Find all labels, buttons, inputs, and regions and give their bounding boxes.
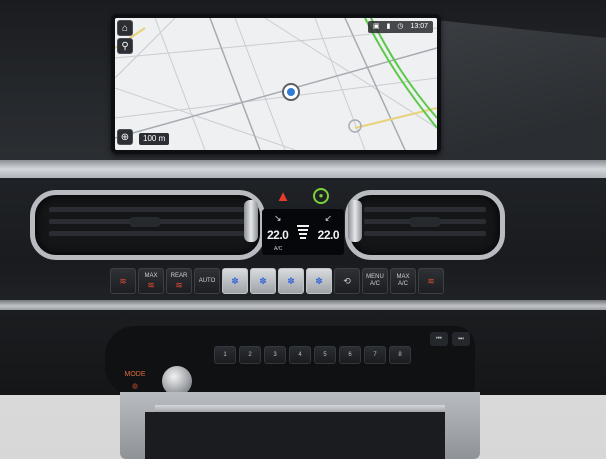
climate-button-row: ≋ MAX ≋ REAR ≋ AUTO ✽ ✽ ✽ ✽ ⟲ MENU A/C M…: [110, 268, 444, 294]
preset-button[interactable]: 7: [364, 346, 386, 364]
hazard-button[interactable]: ▲: [272, 188, 294, 206]
skip-back-icon: ⏮: [436, 336, 442, 342]
map-scale-label: 100 m: [143, 134, 166, 143]
vent-wheel-right[interactable]: [348, 200, 362, 242]
air-vent-right[interactable]: [345, 190, 505, 260]
car-dashboard-photo: ⌂ ⚲ ⊕ 100 m ▣ ▮ ◷ 13:07 ▲ ● ↘ ↙ 22.0 22.…: [0, 0, 606, 459]
hazard-icon: ▲: [275, 188, 291, 205]
preset-buttons: 1 2 3 4 5 6 7 8: [214, 346, 411, 364]
menu-ac-button[interactable]: MENU A/C: [362, 268, 388, 294]
compass-icon: ⊕: [120, 131, 130, 143]
rear-defrost-button[interactable]: REAR ≋: [166, 268, 192, 294]
seat-heat-icon: ≋: [119, 276, 127, 286]
fan-button[interactable]: ✽: [250, 268, 276, 294]
air-vent-left[interactable]: [30, 190, 265, 260]
status-time: 13:07: [410, 23, 428, 30]
vent-tab-left[interactable]: [130, 217, 160, 227]
vent-wheel-left[interactable]: [244, 200, 258, 242]
max-defrost-icon: ≋: [147, 279, 155, 290]
current-position-icon: [282, 83, 300, 101]
rear-defrost-label: REAR: [170, 272, 188, 279]
mode-button[interactable]: MODE: [118, 368, 152, 382]
search-button[interactable]: ⚲: [117, 38, 133, 54]
auto-label: AUTO: [198, 277, 216, 284]
preset-button[interactable]: 4: [289, 346, 311, 364]
navigation-map[interactable]: ⌂ ⚲ ⊕ 100 m ▣ ▮ ◷ 13:07: [115, 18, 437, 150]
preset-label: 2: [248, 352, 252, 358]
compass-button[interactable]: ⊕: [117, 129, 133, 145]
seat-heat-right-button[interactable]: ≋: [418, 268, 444, 294]
preset-label: 6: [348, 352, 352, 358]
preset-label: 3: [273, 352, 277, 358]
map-roads: [115, 18, 437, 150]
clock-icon: ◷: [397, 23, 404, 30]
climate-display: ↘ ↙ 22.0 22.0 A/C: [262, 209, 344, 255]
fan-up-icon: ✽: [287, 276, 295, 286]
fan-icon: ✽: [259, 276, 267, 286]
infotainment-screen: ⌂ ⚲ ⊕ 100 m ▣ ▮ ◷ 13:07: [111, 14, 441, 154]
preset-label: 5: [323, 352, 327, 358]
dashboard-right-panel: [440, 20, 606, 175]
airflow-button[interactable]: ✽: [306, 268, 332, 294]
max-defrost-label: MAX: [144, 272, 158, 279]
airflow-icon: ✽: [315, 276, 323, 286]
preset-button[interactable]: 5: [314, 346, 336, 364]
signal-icon: ▮: [386, 23, 391, 30]
preset-label: 1: [223, 352, 227, 358]
max-ac-button[interactable]: MAX A/C: [390, 268, 416, 294]
home-button[interactable]: ⌂: [117, 20, 133, 36]
fan-down-icon: ✽: [231, 276, 239, 286]
preset-button[interactable]: 8: [389, 346, 411, 364]
passenger-airbag-indicator: ●: [313, 188, 329, 204]
auto-button[interactable]: AUTO: [194, 268, 220, 294]
preset-label: 8: [398, 352, 402, 358]
skip-forward-icon: ⏭: [458, 336, 464, 342]
max-ac-label: MAX A/C: [396, 274, 410, 287]
tray-opening: [145, 412, 445, 459]
home-icon: ⌂: [121, 22, 129, 34]
seat-heat-icon: ≋: [427, 276, 435, 286]
preset-label: 4: [298, 352, 302, 358]
temperature-left: 22.0: [267, 228, 289, 242]
skip-forward-button[interactable]: ⏭: [452, 332, 470, 346]
airbag-icon: ●: [318, 191, 324, 200]
vent-tab-right[interactable]: [410, 217, 440, 227]
preset-label: 7: [373, 352, 377, 358]
preset-button[interactable]: 1: [214, 346, 236, 364]
rear-defrost-icon: ≋: [175, 279, 183, 290]
menu-ac-label: MENU A/C: [366, 274, 384, 287]
ac-label: A/C: [274, 246, 283, 252]
preset-button[interactable]: 3: [264, 346, 286, 364]
mode-label: MODE: [124, 371, 146, 378]
skip-back-button[interactable]: ⏮: [430, 332, 448, 346]
preset-button[interactable]: 6: [339, 346, 361, 364]
map-scale[interactable]: 100 m: [139, 133, 170, 145]
fan-down-button[interactable]: ✽: [222, 268, 248, 294]
preset-button[interactable]: 2: [239, 346, 261, 364]
fan-up-button[interactable]: ✽: [278, 268, 304, 294]
recirculation-icon: ⟲: [343, 275, 351, 286]
power-icon: ◍: [131, 383, 139, 390]
seat-heat-left-button[interactable]: ≋: [110, 268, 136, 294]
temperature-right: 22.0: [317, 228, 340, 242]
seat-left-icon: ↘: [274, 213, 282, 223]
phone-icon: ▣: [372, 23, 380, 30]
fan-level-icon: [297, 225, 309, 239]
seat-right-icon: ↙: [324, 213, 332, 223]
recirculation-button[interactable]: ⟲: [334, 268, 360, 294]
status-bar: ▣ ▮ ◷ 13:07: [367, 21, 433, 33]
max-defrost-button[interactable]: MAX ≋: [138, 268, 164, 294]
chrome-trim: [0, 160, 606, 180]
search-icon: ⚲: [121, 40, 129, 52]
